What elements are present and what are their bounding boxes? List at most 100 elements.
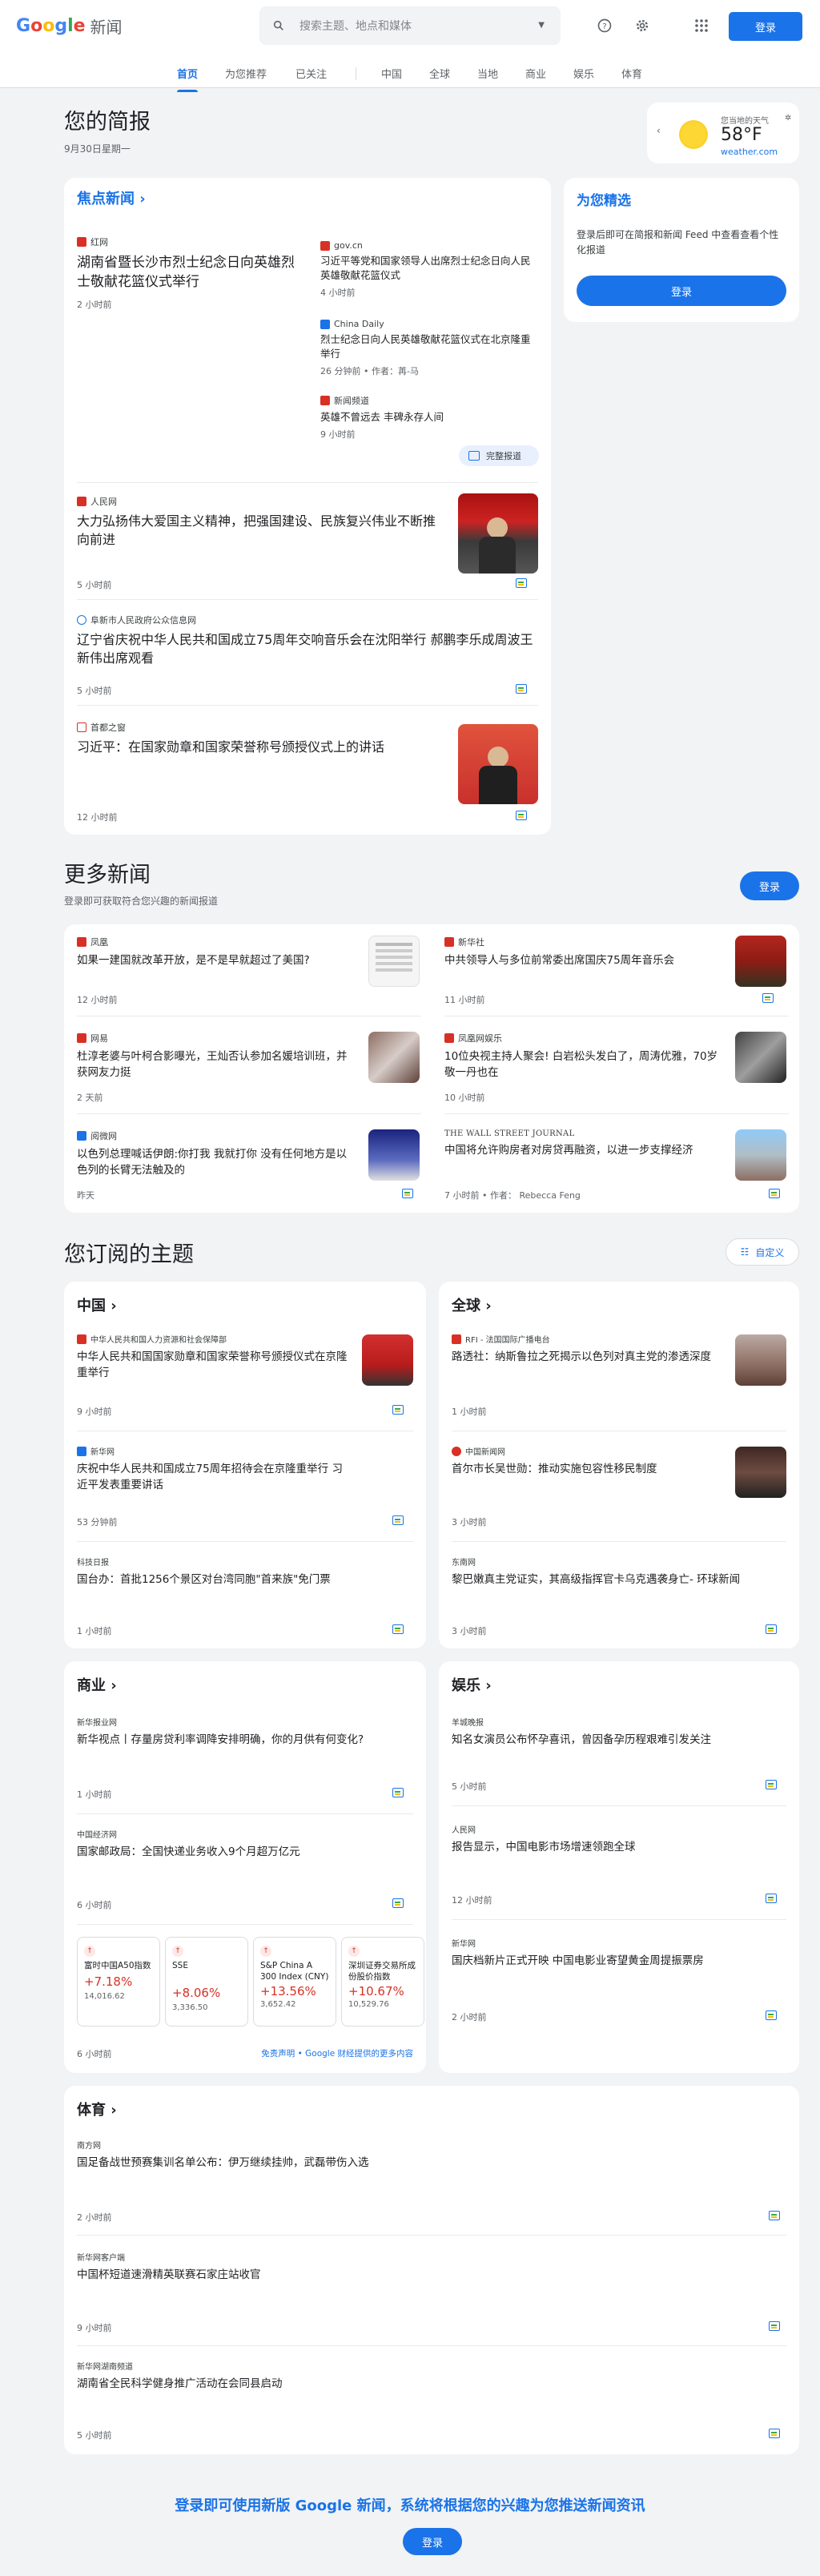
more-news-login-button[interactable]: 登录	[740, 871, 799, 900]
search-box[interactable]: 搜索主题、地点和媒体 ▼	[259, 6, 561, 45]
google-news-logo[interactable]: Google 新闻	[16, 14, 123, 38]
finance-disclaimer-link[interactable]: 免责声明 • Google 财经提供的更多内容	[261, 2047, 413, 2059]
full-coverage-icon[interactable]	[769, 2321, 780, 2331]
tab-following[interactable]: 已关注	[295, 66, 327, 81]
story-headline[interactable]: 中华人民共和国国家勋章和国家荣誉称号颁授仪式在京隆重举行	[77, 1350, 349, 1381]
top-side-story[interactable]: 新闻频道 英雄不曾远去 丰碑永存人间 9 小时前	[320, 394, 537, 441]
weather-source[interactable]: weather.com	[721, 147, 778, 157]
story-headline[interactable]: 国家邮政局：全国快递业务收入9个月超万亿元	[77, 1845, 397, 1861]
topic-item[interactable]: 新华网 庆祝中华人民共和国成立75周年招待会在京隆重举行 习近平发表重要讲话	[77, 1445, 349, 1493]
story-headline[interactable]: 湖南省全民科学健身推广活动在会同县启动	[77, 2377, 718, 2393]
story-thumbnail[interactable]	[362, 1334, 413, 1386]
stock-tile[interactable]: ↑ 深圳证券交易所成份股价指数 +10.67% 10,529.76	[341, 1937, 424, 2027]
full-coverage-icon[interactable]	[392, 1898, 404, 1908]
more-news-item[interactable]: 阅微网 以色列总理喊话伊朗:你打我 我就打你 没有任何地方是以色列的长臂无法触及的	[77, 1129, 357, 1178]
story-headline[interactable]: 辽宁省庆祝中华人民共和国成立75周年交响音乐会在沈阳举行 郝鹏李乐成周波王新伟出…	[77, 631, 533, 667]
story-thumbnail[interactable]	[458, 724, 538, 804]
more-news-item[interactable]: 新华社 中共领导人与多位前常委出席国庆75周年音乐会	[444, 936, 725, 969]
story-headline[interactable]: 报告显示，中国电影市场增速领跑全球	[452, 1840, 772, 1856]
story-headline[interactable]: 中国将允许购房者对房贷再融资，以进一步支撑经济	[444, 1143, 725, 1159]
top-stories-heading[interactable]: 焦点新闻 ›	[77, 187, 146, 208]
story-thumbnail[interactable]	[735, 1032, 786, 1083]
stock-tile[interactable]: ↑ 富时中国A50指数 +7.18% 14,016.62	[77, 1937, 160, 2027]
topic-item[interactable]: RFI - 法国国际广播电台 路透社：纳斯鲁拉之死揭示以色列对真主党的渗透深度	[452, 1333, 724, 1366]
story-thumbnail[interactable]	[735, 1129, 786, 1181]
story-headline[interactable]: 习近平等党和国家领导人出席烈士纪念日向人民英雄敬献花篮仪式	[320, 254, 537, 283]
topic-item[interactable]: 东南网 黎巴嫩真主党证实，其高级指挥官卡乌克遇袭身亡- 环球新闻	[452, 1556, 772, 1588]
topic-item[interactable]: 羊城晚报 知名女演员公布怀孕喜讯，曾因备孕历程艰难引发关注	[452, 1716, 772, 1749]
full-coverage-icon[interactable]	[769, 2429, 780, 2438]
story-headline[interactable]: 烈士纪念日向人民英雄敬献花篮仪式在北京隆重举行	[320, 332, 537, 361]
topic-item[interactable]: 南方网 国足备战世预赛集训名单公布：伊万继续挂帅，武磊带伤入选	[77, 2139, 718, 2171]
story-headline[interactable]: 10位央视主持人聚会! 白岩松头发白了，周涛优雅，70岁敬一丹也在	[444, 1049, 725, 1081]
header-login-button[interactable]: 登录	[729, 12, 802, 41]
full-coverage-icon[interactable]	[402, 1189, 413, 1198]
full-coverage-icon[interactable]	[766, 1894, 777, 1903]
topic-item[interactable]: 新华网 国庆档新片正式开映 中国电影业寄望黄金周提振票房	[452, 1937, 772, 1970]
top-main-story[interactable]: 红网 湖南省暨长沙市烈士纪念日向英雄烈士敬献花篮仪式举行 2 小时前	[77, 235, 301, 311]
story-thumbnail[interactable]	[735, 936, 786, 987]
topic-item[interactable]: 中国新闻网 首尔市长吴世勋：推动实施包容性移民制度	[452, 1445, 724, 1478]
topic-china-heading[interactable]: 中国 ›	[77, 1294, 117, 1315]
full-coverage-icon[interactable]	[392, 1515, 404, 1525]
story-headline[interactable]: 湖南省暨长沙市烈士纪念日向英雄烈士敬献花篮仪式举行	[77, 253, 301, 292]
full-coverage-icon[interactable]	[769, 1189, 780, 1198]
tab-business[interactable]: 商业	[525, 66, 546, 81]
topic-business-heading[interactable]: 商业 ›	[77, 1674, 117, 1695]
story-thumbnail[interactable]	[458, 493, 538, 574]
story-headline[interactable]: 中国杯短道速滑精英联赛石家庄站收官	[77, 2268, 718, 2284]
tab-china[interactable]: 中国	[381, 66, 402, 81]
full-coverage-icon[interactable]	[392, 1405, 404, 1415]
more-news-item[interactable]: THE WALL STREET JOURNAL 中国将允许购房者对房贷再融资，以进…	[444, 1129, 725, 1159]
topic-world-heading[interactable]: 全球 ›	[452, 1294, 492, 1315]
top-story[interactable]: 阜新市人民政府公众信息网 辽宁省庆祝中华人民共和国成立75周年交响音乐会在沈阳举…	[77, 614, 533, 667]
stock-tile[interactable]: ↑ SSE +8.06% 3,336.50	[165, 1937, 248, 2027]
tab-world[interactable]: 全球	[429, 66, 450, 81]
story-headline[interactable]: 新华视点丨存量房贷利率调降安排明确，你的月供有何变化?	[77, 1733, 397, 1749]
story-thumbnail[interactable]	[735, 1447, 786, 1498]
topic-item[interactable]: 中国经济网 国家邮政局：全国快递业务收入9个月超万亿元	[77, 1828, 397, 1861]
topic-entertainment-heading[interactable]: 娱乐 ›	[452, 1674, 492, 1695]
topic-item[interactable]: 新华网湖南频道 湖南省全民科学健身推广活动在会同县启动	[77, 2360, 718, 2393]
topic-item[interactable]: 科技日报 国台办：首批1256个景区对台湾同胞"首来族"免门票	[77, 1556, 397, 1588]
topic-item[interactable]: 新华网客户端 中国杯短道速滑精英联赛石家庄站收官	[77, 2251, 718, 2284]
topic-sports-heading[interactable]: 体育 ›	[77, 2099, 117, 2119]
weather-settings-icon[interactable]: ✲	[785, 114, 791, 123]
chevron-left-icon[interactable]: ‹	[657, 125, 661, 136]
story-headline[interactable]: 国庆档新片正式开映 中国电影业寄望黄金周提振票房	[452, 1954, 772, 1970]
story-headline[interactable]: 国足备战世预赛集训名单公布：伊万继续挂帅，武磊带伤入选	[77, 2155, 718, 2171]
full-coverage-icon[interactable]	[766, 1780, 777, 1789]
story-headline[interactable]: 国台办：首批1256个景区对台湾同胞"首来族"免门票	[77, 1572, 397, 1588]
customize-button[interactable]: ☷ 自定义	[726, 1238, 799, 1266]
tab-sports[interactable]: 体育	[621, 66, 642, 81]
search-input[interactable]: 搜索主题、地点和媒体	[299, 18, 412, 34]
stock-tile[interactable]: ↑ S&P China A 300 Index (CNY) +13.56% 3,652…	[253, 1937, 336, 2027]
full-coverage-icon[interactable]	[766, 1624, 777, 1634]
tab-for-you[interactable]: 为您推荐	[225, 66, 267, 81]
story-headline[interactable]: 以色列总理喊话伊朗:你打我 我就打你 没有任何地方是以色列的长臂无法触及的	[77, 1147, 357, 1178]
story-headline[interactable]: 杜淳老婆与叶柯合影曝光，王灿否认参加名媛培训班，并获网友力挺	[77, 1049, 357, 1081]
story-headline[interactable]: 英雄不曾远去 丰碑永存人间	[320, 410, 537, 425]
top-side-story[interactable]: gov.cn 习近平等党和国家领导人出席烈士纪念日向人民英雄敬献花篮仪式 4 小…	[320, 240, 537, 299]
top-story[interactable]: 人民网 大力弘扬伟大爱国主义精神，把强国建设、民族复兴伟业不断推向前进	[77, 495, 445, 549]
story-headline[interactable]: 黎巴嫩真主党证实，其高级指挥官卡乌克遇袭身亡- 环球新闻	[452, 1572, 772, 1588]
topic-item[interactable]: 人民网 报告显示，中国电影市场增速领跑全球	[452, 1823, 772, 1856]
story-thumbnail[interactable]	[735, 1334, 786, 1386]
story-headline[interactable]: 庆祝中华人民共和国成立75周年招待会在京隆重举行 习近平发表重要讲话	[77, 1462, 349, 1493]
topic-item[interactable]: 新华报业网 新华视点丨存量房贷利率调降安排明确，你的月供有何变化?	[77, 1716, 397, 1749]
full-coverage-icon[interactable]	[516, 578, 527, 588]
story-headline[interactable]: 路透社：纳斯鲁拉之死揭示以色列对真主党的渗透深度	[452, 1350, 724, 1366]
full-coverage-icon[interactable]	[392, 1788, 404, 1797]
tab-local[interactable]: 当地	[477, 66, 498, 81]
full-coverage-icon[interactable]	[769, 2211, 780, 2220]
more-news-item[interactable]: 凤凰 如果一建国就改革开放，是不是早就超过了美国?	[77, 936, 357, 969]
story-headline[interactable]: 大力弘扬伟大爱国主义精神，把强国建设、民族复兴伟业不断推向前进	[77, 513, 445, 549]
weather-widget[interactable]: ‹ 您当地的天气 58°F weather.com ✲	[647, 103, 799, 163]
story-headline[interactable]: 中共领导人与多位前常委出席国庆75周年音乐会	[444, 953, 725, 969]
topic-item[interactable]: 中华人民共和国人力资源和社会保障部 中华人民共和国国家勋章和国家荣誉称号颁授仪式在…	[77, 1333, 349, 1381]
full-coverage-button[interactable]: 完整报道	[459, 445, 539, 466]
tab-home[interactable]: 首页	[177, 66, 199, 92]
more-news-item[interactable]: 凤凰网娱乐 10位央视主持人聚会! 白岩松头发白了，周涛优雅，70岁敬一丹也在	[444, 1032, 725, 1081]
tab-entertainment[interactable]: 娱乐	[573, 66, 594, 81]
picks-login-button[interactable]: 登录	[577, 276, 786, 306]
